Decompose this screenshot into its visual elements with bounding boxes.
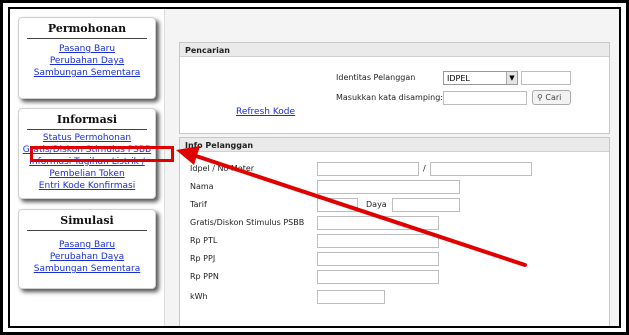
screenshot-frame: Permohonan Pasang Baru Perubahan Daya Sa…	[8, 7, 621, 328]
arrow-head	[176, 146, 200, 165]
arrow-shaft	[194, 154, 527, 267]
annotation-arrow	[176, 146, 527, 267]
